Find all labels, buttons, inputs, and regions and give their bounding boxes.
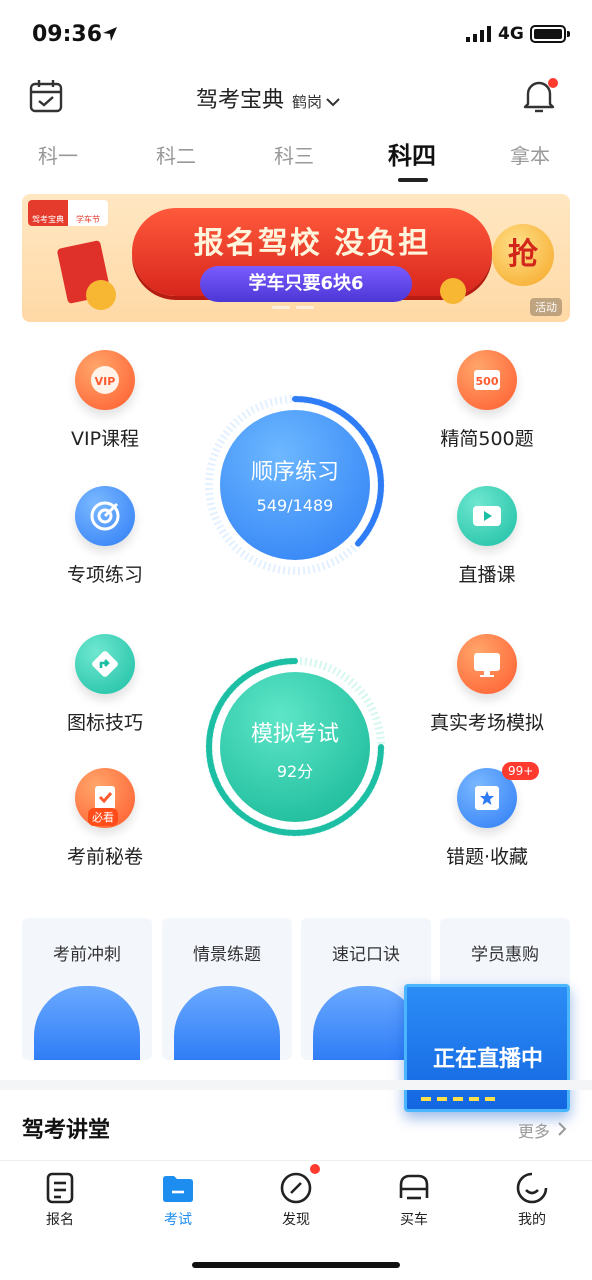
exam-inner-circle: 模拟考试 92分 bbox=[220, 672, 370, 822]
nav-label: 我的 bbox=[518, 1212, 546, 1228]
feature-mistakes-favorites[interactable]: 错题·收藏 bbox=[412, 768, 562, 869]
feature-label: 考前秘卷 bbox=[66, 846, 143, 868]
banner-headline: 报名驾校 没负担 bbox=[193, 226, 431, 261]
coin-icon bbox=[440, 278, 466, 304]
practice-inner-circle: 顺序练习 549/1489 bbox=[220, 410, 370, 560]
card-title: 情景练题 bbox=[193, 945, 261, 965]
pedestrian-sign-illustration bbox=[174, 986, 280, 1060]
calendar-check-icon[interactable] bbox=[28, 78, 64, 114]
card-scenario[interactable]: 情景练题 bbox=[162, 918, 292, 1060]
banner-logo: 驾考宝典 学车节 bbox=[28, 200, 108, 226]
count-badge: 99+ bbox=[502, 762, 540, 780]
feature-500-questions[interactable]: 500 精简500题 bbox=[412, 350, 562, 451]
card-sprint[interactable]: 考前冲刺 bbox=[22, 918, 152, 1060]
svg-text:VIP: VIP bbox=[95, 375, 116, 388]
city-label: 鹤岗 bbox=[292, 93, 323, 111]
target-icon bbox=[75, 486, 135, 546]
sequential-practice-button[interactable]: 顺序练习 549/1489 bbox=[200, 390, 390, 580]
home-indicator bbox=[192, 1262, 400, 1268]
network-type: 4G bbox=[498, 24, 524, 44]
banner-logo-left: 驾考宝典 bbox=[28, 200, 68, 226]
must-see-badge: 必看 bbox=[88, 808, 118, 826]
header: 驾考宝典 鹤岗 bbox=[0, 66, 592, 126]
coin-icon bbox=[86, 280, 116, 310]
feature-label: 精简500题 bbox=[440, 428, 534, 450]
500-board-icon: 500 bbox=[457, 350, 517, 410]
tab-ke4[interactable]: 科四 bbox=[388, 136, 436, 171]
promo-banner[interactable]: 驾考宝典 学车节 报名驾校 没负担 学车只要6块6 抢 活动 bbox=[22, 194, 570, 322]
chevron-down-icon bbox=[326, 98, 340, 107]
title-city-selector[interactable]: 驾考宝典 鹤岗 bbox=[196, 82, 340, 114]
feature-label: 图标技巧 bbox=[66, 712, 143, 734]
tab-ke1[interactable]: 科一 bbox=[38, 140, 78, 169]
feature-label: 真实考场模拟 bbox=[429, 712, 544, 734]
tab-ke2[interactable]: 科二 bbox=[156, 140, 196, 169]
card-title: 速记口诀 bbox=[332, 945, 400, 965]
tab-ke3[interactable]: 科三 bbox=[274, 140, 314, 169]
feature-vip-course[interactable]: VIP VIP课程 bbox=[30, 350, 180, 451]
tab-naben[interactable]: 拿本 bbox=[510, 140, 550, 169]
compass-icon bbox=[280, 1172, 312, 1204]
banner-logo-right: 学车节 bbox=[76, 215, 100, 224]
discover-notification-dot bbox=[310, 1164, 320, 1174]
mock-exam-button[interactable]: 模拟考试 92分 bbox=[200, 652, 390, 842]
exam-score: 92分 bbox=[276, 762, 314, 781]
banner-subline: 学车只要6块6 bbox=[200, 266, 412, 302]
feature-label: VIP课程 bbox=[70, 428, 140, 450]
practice-progress: 549/1489 bbox=[256, 496, 334, 515]
exam-title: 模拟考试 bbox=[250, 722, 339, 747]
feature-label: 错题·收藏 bbox=[445, 846, 529, 868]
road-sign-icon bbox=[75, 634, 135, 694]
feature-special-practice[interactable]: 专项练习 bbox=[30, 486, 180, 587]
practice-title: 顺序练习 bbox=[250, 460, 339, 485]
feature-live-course[interactable]: 直播课 bbox=[412, 486, 562, 587]
app-title: 驾考宝典 bbox=[196, 88, 285, 113]
feature-real-exam-sim[interactable]: 真实考场模拟 bbox=[412, 634, 562, 735]
notification-dot bbox=[548, 78, 558, 88]
section-divider bbox=[0, 1080, 592, 1090]
nav-label: 考试 bbox=[164, 1212, 192, 1228]
feature-label: 专项练习 bbox=[66, 564, 143, 586]
car-icon bbox=[399, 1174, 429, 1200]
svg-text:500: 500 bbox=[476, 375, 499, 388]
card-title: 考前冲刺 bbox=[53, 945, 121, 965]
status-time: 09:36 bbox=[32, 22, 103, 47]
tab-underline bbox=[398, 178, 428, 182]
chevron-right-icon bbox=[558, 1122, 567, 1136]
signal-icon bbox=[466, 26, 491, 42]
live-now-floating-button[interactable]: 正在直播中 bbox=[404, 984, 570, 1112]
section-title: 驾考讲堂 bbox=[22, 1118, 111, 1143]
grab-button[interactable]: 抢 bbox=[492, 224, 554, 286]
banner-pager bbox=[272, 306, 314, 309]
location-arrow-icon bbox=[103, 27, 117, 41]
nav-label: 发现 bbox=[282, 1212, 310, 1228]
live-label: 正在直播中 bbox=[433, 1047, 544, 1072]
status-bar: 09:36 4G bbox=[0, 0, 592, 66]
folder-icon bbox=[163, 1176, 193, 1202]
banner-tag: 活动 bbox=[530, 298, 562, 316]
document-icon bbox=[46, 1172, 74, 1204]
feature-sign-tips[interactable]: 图标技巧 bbox=[30, 634, 180, 735]
card-title: 学员惠购 bbox=[471, 945, 539, 965]
nav-discover[interactable]: 发现 bbox=[256, 1171, 336, 1229]
live-stripe bbox=[421, 1097, 501, 1101]
nav-label: 买车 bbox=[400, 1212, 428, 1228]
more-link[interactable]: 更多 bbox=[518, 1118, 550, 1142]
feature-label: 直播课 bbox=[458, 564, 516, 586]
nav-buy-car[interactable]: 买车 bbox=[374, 1171, 454, 1229]
monitor-icon bbox=[457, 634, 517, 694]
nav-signup[interactable]: 报名 bbox=[20, 1171, 100, 1229]
nav-profile[interactable]: 我的 bbox=[492, 1171, 572, 1229]
nav-label: 报名 bbox=[46, 1212, 74, 1228]
vip-medal-icon: VIP bbox=[75, 350, 135, 410]
subject-tabs: 科一 科二 科三 科四 拿本 bbox=[0, 130, 592, 186]
video-icon bbox=[457, 486, 517, 546]
battery-icon bbox=[530, 25, 570, 43]
nav-exam[interactable]: 考试 bbox=[138, 1171, 218, 1229]
rocket-illustration bbox=[34, 986, 140, 1060]
smile-icon bbox=[516, 1172, 548, 1204]
